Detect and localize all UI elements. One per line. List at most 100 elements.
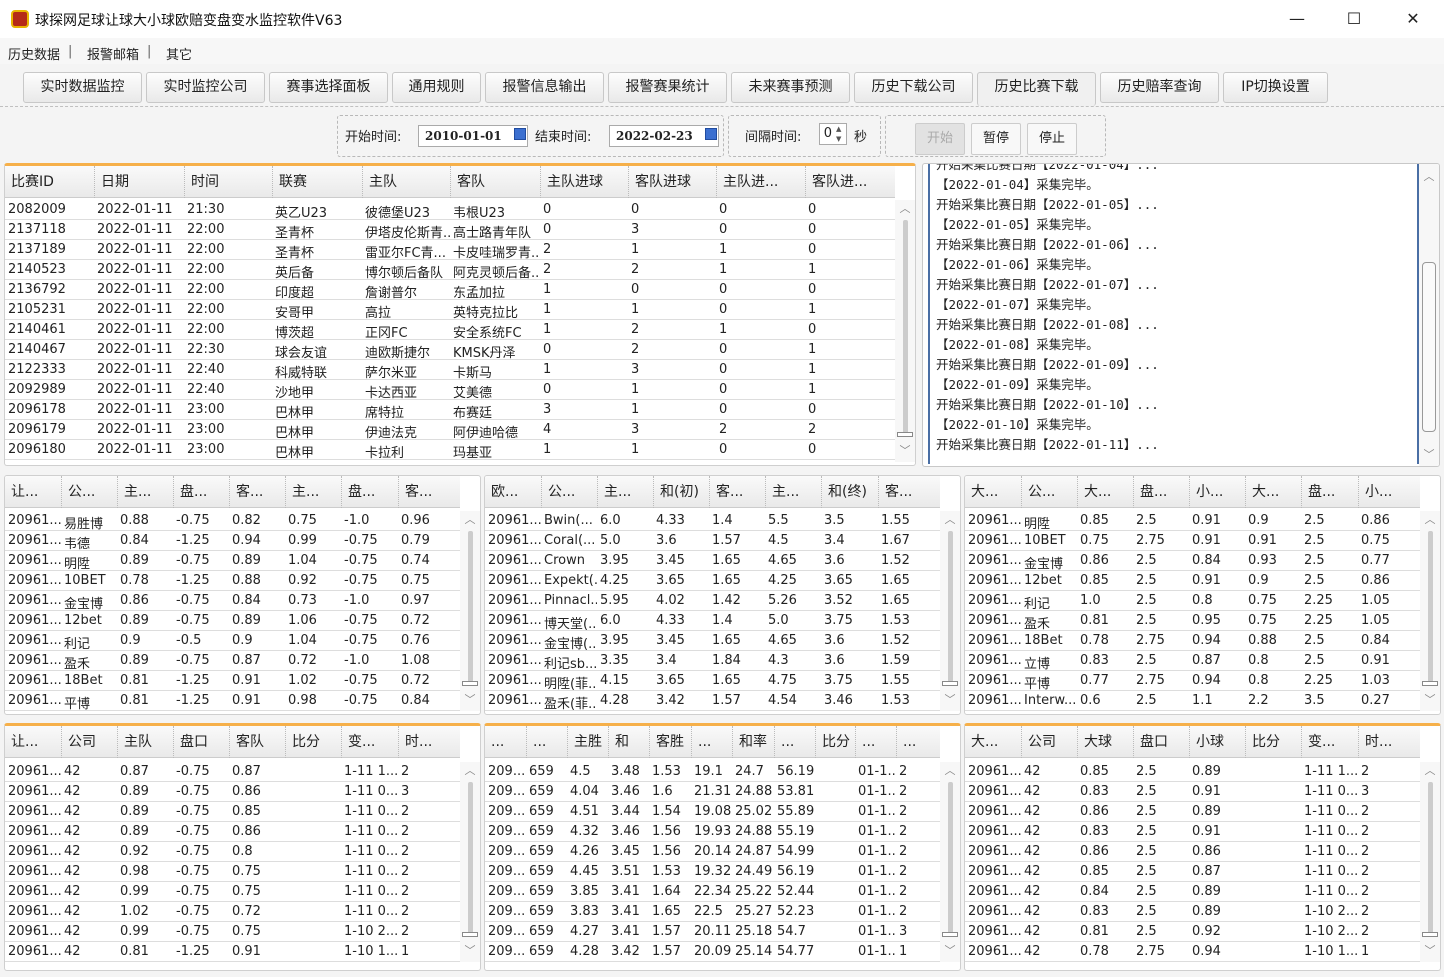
tab-9[interactable]: 历史比赛下载: [977, 72, 1096, 106]
table-row[interactable]: 20961... 42 0.86 2.5 0.89 1-11 0... 2: [965, 802, 1420, 822]
scroll-thumb[interactable]: [1422, 681, 1438, 686]
column-header[interactable]: 时...: [1358, 726, 1414, 758]
scroll-down-icon[interactable]: ﹀: [1419, 446, 1439, 462]
table-row[interactable]: 20961... 金宝博 0.86 2.5 0.84 0.93 2.5 0.77: [965, 551, 1420, 572]
table-row[interactable]: 2137189 2022-01-11 22:00 圣青杯 雷亚尔FC青... 卡皮哇瑞罗青…: [5, 240, 895, 261]
column-header[interactable]: 主...: [765, 476, 821, 508]
vertical-scrollbar[interactable]: ︿ ﹀: [1420, 762, 1440, 962]
table-row[interactable]: 2140523 2022-01-11 22:00 英后备 博尔顿后备队 阿克灵顿后备...…: [5, 260, 895, 281]
tab-6[interactable]: 报警赛果统计: [608, 72, 727, 103]
table-row[interactable]: 20961... 金宝博 0.86 -0.75 0.84 0.73 -1.0 0.97: [5, 591, 460, 612]
table-row[interactable]: 2136792 2022-01-11 22:00 印度超 詹谢普尔 东孟加拉 1 0 0 0: [5, 280, 895, 301]
column-header[interactable]: 小...: [1358, 476, 1414, 508]
tab-3[interactable]: 赛事选择面板: [269, 72, 388, 103]
scroll-down-icon[interactable]: ﹀: [940, 691, 960, 707]
column-header[interactable]: 让...: [5, 476, 61, 508]
column-header[interactable]: 变...: [341, 726, 398, 758]
column-header[interactable]: ...: [526, 726, 567, 758]
column-header[interactable]: 盘...: [173, 476, 229, 508]
close-button[interactable]: ✕: [1390, 4, 1436, 34]
column-header[interactable]: 客队进球: [628, 166, 716, 198]
scroll-up-icon[interactable]: ︿: [895, 200, 915, 216]
table-row[interactable]: 20961... 12bet 0.85 2.5 0.91 0.9 2.5 0.86: [965, 571, 1420, 591]
scroll-track[interactable]: [1428, 782, 1433, 936]
table-row[interactable]: 20961... 42 0.98 -0.75 0.75 1-11 0... 2: [5, 862, 460, 882]
table-row[interactable]: 209... 659 4.04 3.46 1.6 21.31 24.88 53.81 01-1.…: [485, 782, 940, 802]
table-row[interactable]: 20961... 韦德 0.84 -1.25 0.94 0.99 -0.75 0.79: [5, 531, 460, 552]
scroll-up-icon[interactable]: ︿: [940, 762, 960, 778]
table-row[interactable]: 20961... 明陞 0.85 2.5 0.91 0.9 2.5 0.86: [965, 511, 1420, 532]
interval-spinner[interactable]: 0: [819, 123, 847, 145]
tab-8[interactable]: 历史下载公司: [854, 72, 973, 103]
column-header[interactable]: 公...: [1021, 476, 1077, 508]
table-row[interactable]: 2096178 2022-01-11 23:00 巴林甲 席特拉 布赛廷 3 1 0 0: [5, 400, 895, 421]
table-row[interactable]: 209... 659 4.45 3.51 1.53 19.32 24.49 56.19 01-1…: [485, 862, 940, 882]
table-row[interactable]: 20961... 明陞 0.89 -0.75 0.89 1.04 -0.75 0.74: [5, 551, 460, 572]
column-header[interactable]: 主胜: [567, 726, 608, 758]
table-row[interactable]: 2105231 2022-01-11 22:00 安哥甲 高拉 英特克拉比 1 1 0 1: [5, 300, 895, 321]
vertical-scrollbar[interactable]: ︿ ﹀: [460, 511, 480, 711]
column-header[interactable]: 盘口: [1133, 726, 1189, 758]
scroll-thumb[interactable]: [942, 681, 958, 686]
column-header[interactable]: 时...: [398, 726, 454, 758]
tab-1[interactable]: 实时数据监控: [23, 72, 142, 103]
column-header[interactable]: 让...: [5, 726, 61, 758]
table-row[interactable]: 20961... 易胜博 0.88 -0.75 0.82 0.75 -1.0 0.96: [5, 511, 460, 532]
vertical-scrollbar[interactable]: ︿ ﹀: [460, 762, 480, 962]
tab-11[interactable]: IP切换设置: [1223, 72, 1328, 103]
pause-button[interactable]: 暂停: [971, 123, 1021, 155]
scroll-down-icon[interactable]: ﹀: [460, 691, 480, 707]
table-row[interactable]: 20961... 12bet 0.89 -0.75 0.89 1.06 -0.75 0.72: [5, 611, 460, 631]
scroll-down-icon[interactable]: ﹀: [1420, 691, 1440, 707]
column-header[interactable]: 联赛: [272, 166, 362, 198]
column-header[interactable]: 日期: [94, 166, 184, 198]
table-row[interactable]: 20961... 利记 0.9 -0.5 0.9 1.04 -0.75 0.76: [5, 631, 460, 652]
spinner-arrows-icon[interactable]: ▲ ▼: [836, 124, 841, 144]
column-header[interactable]: 比分: [815, 726, 855, 758]
table-row[interactable]: 209... 659 3.83 3.41 1.65 22.5 25.27 52.23 01-1.…: [485, 902, 940, 922]
table-row[interactable]: 20961... 42 0.83 2.5 0.91 1-11 0... 3: [965, 782, 1420, 802]
column-header[interactable]: ...: [774, 726, 815, 758]
scroll-down-icon[interactable]: ﹀: [895, 442, 915, 458]
table-row[interactable]: 20961... 42 0.83 2.5 0.89 1-10 2... 2: [965, 902, 1420, 922]
table-row[interactable]: 20961... Pinnacl... 5.95 4.02 1.42 5.26 3.52 1.…: [485, 591, 940, 611]
column-header[interactable]: 主...: [285, 476, 341, 508]
column-header[interactable]: 和率: [732, 726, 774, 758]
start-button[interactable]: 开始: [915, 123, 965, 155]
table-row[interactable]: 20961... 42 0.87 -0.75 0.87 1-11 1... 2: [5, 762, 460, 782]
column-header[interactable]: ...: [485, 726, 526, 758]
table-row[interactable]: 20961... 平博 0.77 2.75 0.94 0.8 2.25 1.03: [965, 671, 1420, 692]
table-row[interactable]: 20961... 立博 0.83 2.5 0.87 0.8 2.5 0.91: [965, 651, 1420, 672]
scroll-thumb[interactable]: [897, 432, 913, 437]
calendar-icon[interactable]: [514, 128, 526, 140]
column-header[interactable]: 盘口: [173, 726, 229, 758]
scroll-up-icon[interactable]: ︿: [1419, 168, 1439, 184]
table-row[interactable]: 20961...Expekt(...4.253.651.654.253.651.…: [485, 571, 940, 591]
table-row[interactable]: 20961... 42 0.92 -0.75 0.8 1-11 0... 2: [5, 842, 460, 862]
vertical-scrollbar[interactable]: ︿ ﹀: [895, 200, 915, 462]
table-row[interactable]: 20961... 42 0.89 -0.75 0.85 1-11 0... 2: [5, 802, 460, 822]
table-row[interactable]: 20961... 42 0.83 2.5 0.91 1-11 0... 2: [965, 822, 1420, 842]
column-header[interactable]: 和(终): [821, 476, 878, 508]
minimize-button[interactable]: —: [1274, 4, 1320, 34]
column-header[interactable]: 客...: [229, 476, 285, 508]
column-header[interactable]: 客...: [709, 476, 765, 508]
column-header[interactable]: 和: [608, 726, 649, 758]
table-row[interactable]: 20961... Interw... 0.6 2.5 1.1 2.2 3.5 0.27: [965, 691, 1420, 711]
table-row[interactable]: 20961... 42 0.84 2.5 0.89 1-11 0... 2: [965, 882, 1420, 902]
table-row[interactable]: 2092989 2022-01-11 22:40 沙地甲 卡达西亚 艾美德 0 1 0 1: [5, 380, 895, 401]
scroll-thumb[interactable]: [462, 681, 478, 686]
scroll-up-icon[interactable]: ︿: [1420, 762, 1440, 778]
table-row[interactable]: 209... 659 4.28 3.42 1.57 20.09 25.14 54.77 01-1…: [485, 942, 940, 962]
column-header[interactable]: 客队: [450, 166, 540, 198]
column-header[interactable]: 客队进...: [805, 166, 894, 198]
table-row[interactable]: 209... 659 4.32 3.46 1.56 19.93 24.88 55.19 01-1…: [485, 822, 940, 842]
column-header[interactable]: 客队: [229, 726, 285, 758]
column-header[interactable]: 公...: [61, 476, 117, 508]
table-row[interactable]: 20961... 42 0.99 -0.75 0.75 1-11 0... 2: [5, 882, 460, 902]
table-row[interactable]: 209... 659 4.51 3.44 1.54 19.08 25.02 55.89 01-1…: [485, 802, 940, 822]
tab-2[interactable]: 实时监控公司: [146, 72, 265, 103]
table-row[interactable]: 2140467 2022-01-11 22:30 球会友谊 迪欧斯捷尔 KMSK丹泽 0 2 0…: [5, 340, 895, 361]
column-header[interactable]: 和(初): [653, 476, 709, 508]
table-row[interactable]: 20961... 42 1.02 -0.75 0.72 1-11 0... 2: [5, 902, 460, 922]
